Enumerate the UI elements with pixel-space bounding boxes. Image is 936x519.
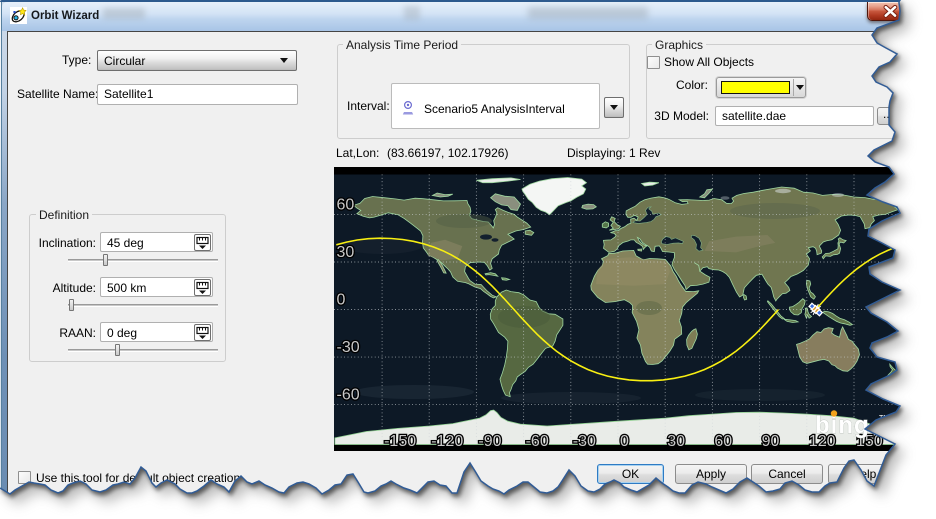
svg-text:-30: -30: [336, 339, 359, 356]
svg-text:30: 30: [667, 433, 685, 450]
svg-text:0: 0: [336, 291, 345, 308]
svg-text:-120: -120: [431, 433, 463, 450]
svg-text:TM: TM: [879, 415, 889, 422]
svg-text:-150: -150: [384, 433, 416, 450]
svg-text:90: 90: [761, 433, 779, 450]
svg-text:-30: -30: [572, 433, 595, 450]
svg-text:-60: -60: [525, 433, 548, 450]
svg-text:60: 60: [714, 433, 732, 450]
svg-text:-90: -90: [478, 433, 501, 450]
svg-text:60: 60: [336, 196, 354, 213]
svg-text:-60: -60: [336, 386, 359, 403]
svg-text:bing: bing: [815, 412, 870, 439]
svg-text:0: 0: [620, 433, 629, 450]
svg-text:30: 30: [336, 244, 354, 261]
